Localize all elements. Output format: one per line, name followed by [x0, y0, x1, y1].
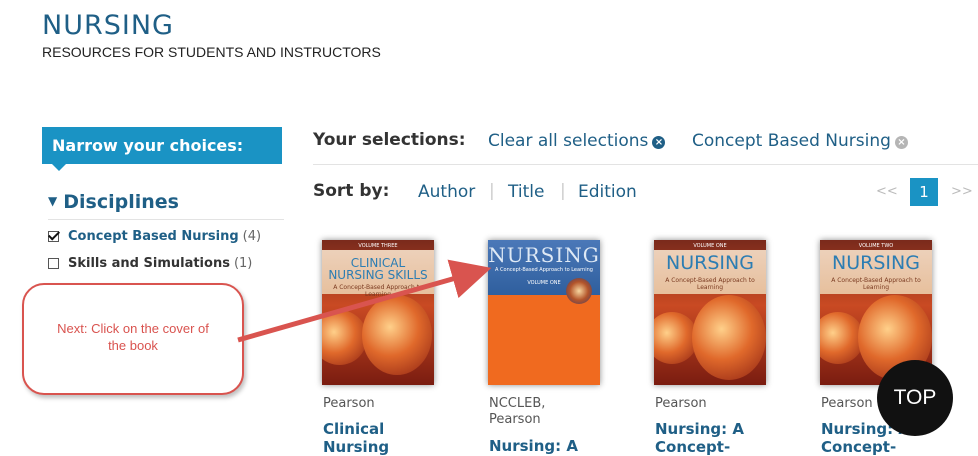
callout-arrow-icon	[237, 259, 492, 343]
back-to-top-button[interactable]: TOP	[877, 360, 953, 436]
